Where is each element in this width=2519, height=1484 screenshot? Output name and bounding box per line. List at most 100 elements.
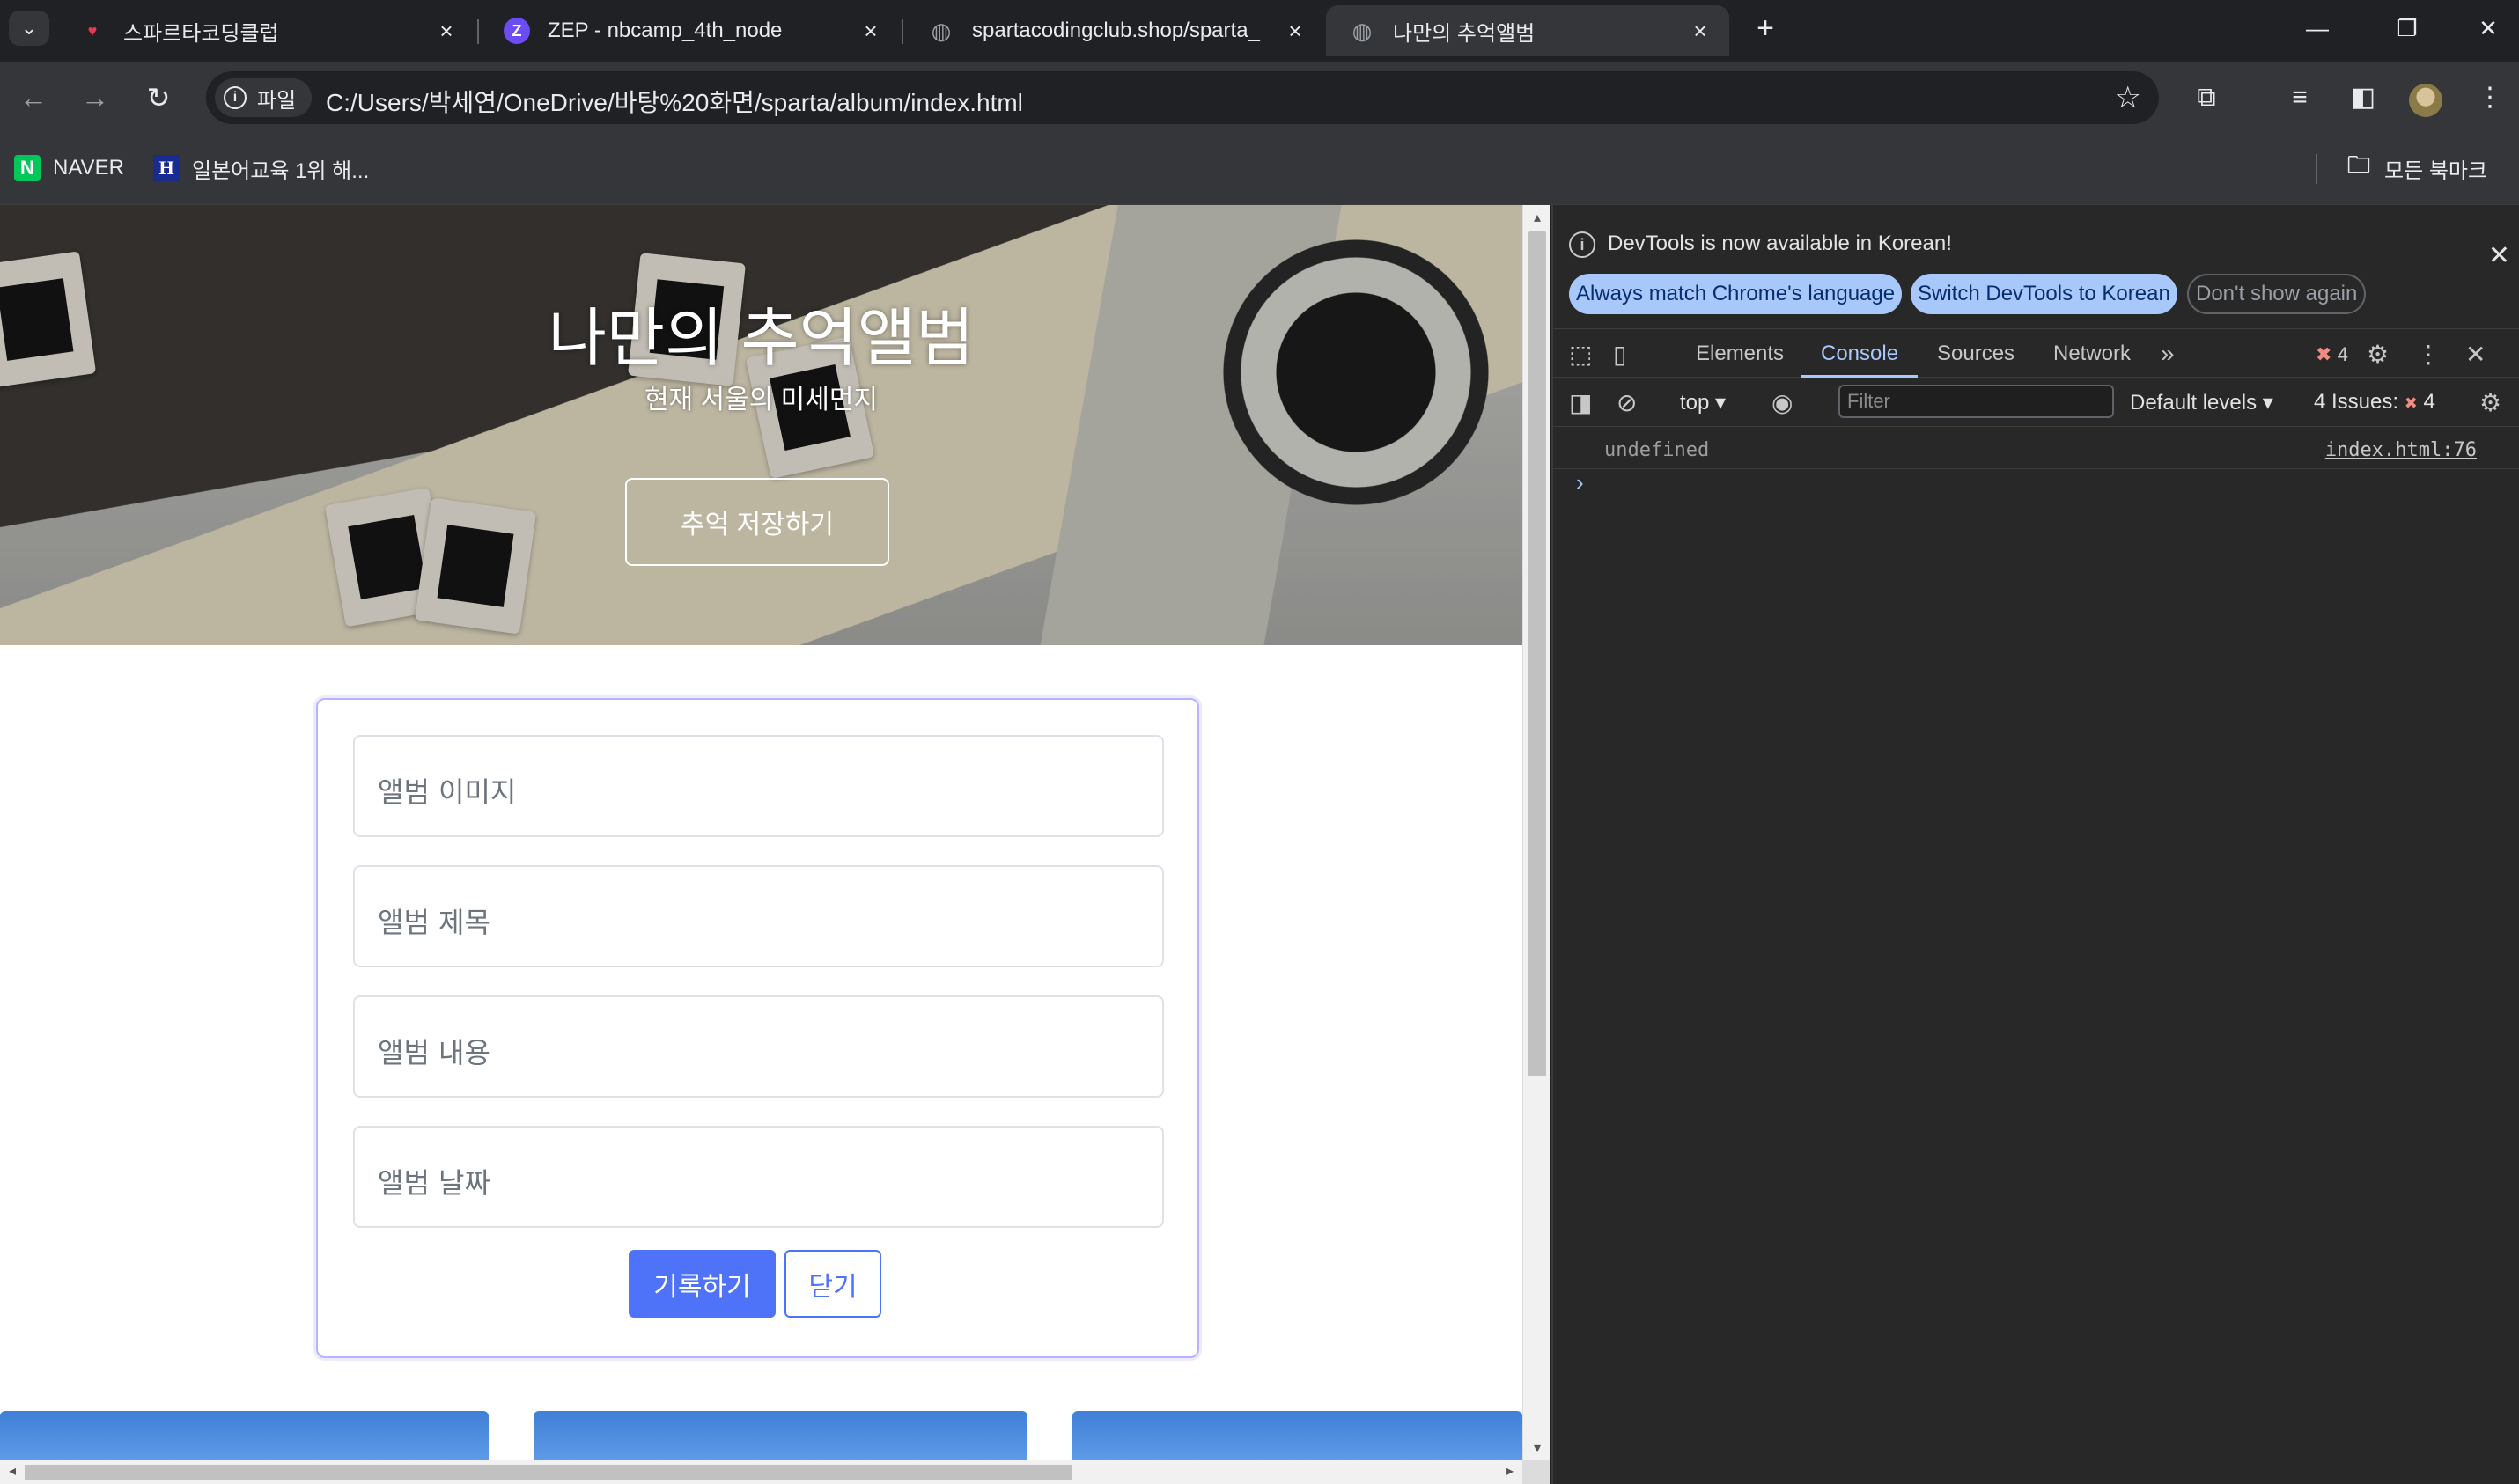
tab-network[interactable]: Network	[2053, 342, 2131, 366]
inspect-element-icon[interactable]: ⬚	[1569, 340, 1592, 369]
dropdown-arrow-icon: ▾	[1715, 391, 1727, 415]
hero-overlay	[0, 205, 1522, 645]
all-bookmarks-button[interactable]: 🗀 모든 북마크	[2346, 151, 2487, 184]
more-tabs-icon[interactable]: »	[2161, 340, 2175, 368]
device-toolbar-icon[interactable]: ▯	[1613, 340, 1626, 369]
log-levels-dropdown[interactable]: Default levels ▾	[2130, 390, 2273, 415]
scroll-thumb[interactable]	[1528, 231, 1546, 1076]
album-card-image[interactable]	[0, 1411, 489, 1460]
close-icon[interactable]: ×	[433, 18, 460, 45]
tab-separator	[902, 19, 903, 44]
profile-avatar[interactable]	[2409, 84, 2442, 117]
devtools-menu-icon[interactable]: ⋮	[2416, 340, 2441, 369]
tab-title: 스파르타코딩클럽	[123, 21, 279, 46]
window-close-button[interactable]: ✕	[2462, 9, 2515, 48]
console-settings-gear-icon[interactable]: ⚙	[2479, 388, 2501, 417]
album-date-input[interactable]: 앨범 날짜	[353, 1126, 1164, 1228]
scroll-down-arrow-icon[interactable]: ▾	[1528, 1439, 1546, 1457]
globe-icon: ◍	[931, 17, 952, 44]
tab-sparta[interactable]: ♥ 스파르타코딩클럽 ×	[56, 5, 475, 56]
album-content-input[interactable]: 앨범 내용	[353, 995, 1164, 1098]
tab-sources[interactable]: Sources	[1937, 342, 2014, 366]
page-vertical-scrollbar[interactable]: ▴ ▾	[1522, 205, 1550, 1460]
restore-button[interactable]: ❐	[2381, 9, 2434, 48]
tab-search-button[interactable]: ⌄	[9, 11, 49, 46]
close-devtools-icon[interactable]: ✕	[2465, 340, 2486, 369]
bookmark-hackers-japanese[interactable]: H 일본어교육 1위 해...	[153, 152, 369, 184]
error-count: 4	[2337, 343, 2348, 365]
field-placeholder: 앨범 제목	[378, 906, 490, 939]
sidebar-toggle-icon[interactable]: ◨	[1569, 388, 1592, 417]
scroll-up-arrow-icon[interactable]: ▴	[1528, 209, 1546, 226]
address-bar[interactable]: i 파일 C:/Users/박세연/OneDrive/바탕%20화면/spart…	[206, 71, 2159, 124]
album-image-input[interactable]: 앨범 이미지	[353, 735, 1164, 837]
issues-counter[interactable]: 4 Issues: ✖ 4	[2314, 390, 2435, 415]
site-info-chip[interactable]: i 파일	[215, 78, 313, 117]
page-viewport: 나만의 추억앨범 현재 서울의 미세먼지 추억 저장하기 앨범 이미지 앨범 제…	[0, 205, 1522, 1460]
tab-title: spartacodingclub.shop/sparta_	[972, 18, 1260, 42]
save-memory-button[interactable]: 추억 저장하기	[625, 478, 889, 566]
extensions-icon[interactable]: ⧉	[2187, 78, 2226, 117]
clear-console-icon[interactable]: ⊘	[1617, 388, 1637, 417]
album-card-image[interactable]	[1072, 1411, 1522, 1460]
bookmark-label: 일본어교육 1위 해...	[192, 158, 370, 183]
page-horizontal-scrollbar[interactable]: ◂ ▸	[0, 1460, 1522, 1484]
settings-gear-icon[interactable]: ⚙	[2367, 340, 2389, 369]
zep-icon: Z	[504, 18, 530, 44]
back-button[interactable]: ←	[14, 78, 53, 117]
always-match-language-button[interactable]: Always match Chrome's language	[1569, 274, 1903, 314]
tab-title: 나만의 추억앨범	[1393, 21, 1536, 46]
issue-error-icon: ✖	[2404, 394, 2418, 412]
folder-icon: 🗀	[2346, 151, 2370, 178]
scrollbar-corner	[1522, 1460, 1550, 1484]
error-badge[interactable]: ✖ 4	[2316, 343, 2348, 366]
error-icon: ✖	[2316, 343, 2332, 365]
bookmarks-bar: N NAVER H 일본어교육 1위 해... 🗀 모든 북마크	[0, 133, 2519, 205]
dropdown-arrow-icon: ▾	[2262, 391, 2273, 415]
tab-memory-album[interactable]: ◍ 나만의 추억앨범 ×	[1326, 5, 1729, 56]
page-title: 나만의 추억앨범	[548, 304, 975, 374]
close-icon[interactable]: ×	[858, 18, 884, 45]
info-icon: i	[224, 86, 247, 109]
tab-elements[interactable]: Elements	[1696, 342, 1784, 366]
field-placeholder: 앨범 날짜	[378, 1166, 490, 1200]
tab-console[interactable]: Console	[1821, 342, 1898, 366]
switch-devtools-korean-button[interactable]: Switch DevTools to Korean	[1911, 274, 2177, 314]
field-placeholder: 앨범 이미지	[378, 775, 517, 809]
console-filter-input[interactable]: Filter	[1838, 385, 2114, 418]
close-icon[interactable]: ×	[1687, 18, 1713, 45]
scroll-left-arrow-icon[interactable]: ◂	[4, 1462, 21, 1481]
close-icon[interactable]: ×	[1282, 18, 1308, 45]
console-prompt-chevron-icon[interactable]: ›	[1576, 469, 1584, 496]
close-icon[interactable]: ✕	[2488, 240, 2510, 271]
issues-label: 4 Issues:	[2314, 390, 2399, 414]
browser-toolbar: ← → ↻ i 파일 C:/Users/박세연/OneDrive/바탕%20화면…	[0, 62, 2519, 133]
side-panel-icon[interactable]: ◧	[2344, 78, 2383, 117]
bookmark-star-icon[interactable]: ☆	[2115, 80, 2141, 115]
url-text[interactable]: C:/Users/박세연/OneDrive/바탕%20화면/sparta/alb…	[326, 84, 1023, 119]
dont-show-again-button[interactable]: Don't show again	[2187, 274, 2367, 314]
new-tab-button[interactable]: +	[1748, 11, 1783, 46]
menu-kebab-icon[interactable]: ⋮	[2471, 78, 2509, 117]
tab-spartacodingclub-shop[interactable]: ◍ spartacodingclub.shop/sparta_ ×	[905, 5, 1324, 56]
live-expression-eye-icon[interactable]: ◉	[1771, 388, 1793, 417]
globe-icon: ◍	[1352, 17, 1373, 44]
hero-banner: 나만의 추억앨범 현재 서울의 미세먼지 추억 저장하기	[0, 205, 1522, 645]
log-source-link[interactable]: index.html:76	[2325, 439, 2477, 461]
issues-count: 4	[2423, 390, 2435, 414]
album-card-image[interactable]	[534, 1411, 1027, 1460]
media-queue-icon[interactable]: ≡	[2280, 78, 2319, 117]
console-message: undefined index.html:76	[1553, 427, 2519, 469]
submit-record-button[interactable]: 기록하기	[629, 1250, 776, 1318]
scroll-right-arrow-icon[interactable]: ▸	[1501, 1462, 1519, 1481]
tab-zep[interactable]: Z ZEP - nbcamp_4th_node ×	[481, 5, 900, 56]
devtools-tab-bar: ⬚ ▯ Elements Console Sources Network » ✖…	[1553, 328, 2519, 378]
context-selector[interactable]: top ▾	[1680, 390, 1726, 415]
forward-button[interactable]: →	[76, 78, 114, 117]
close-form-button[interactable]: 닫기	[784, 1250, 881, 1318]
album-title-input[interactable]: 앨범 제목	[353, 865, 1164, 967]
minimize-button[interactable]: —	[2291, 9, 2344, 48]
bookmark-naver[interactable]: N NAVER	[14, 152, 124, 184]
scroll-thumb[interactable]	[25, 1465, 1072, 1480]
reload-button[interactable]: ↻	[139, 78, 178, 117]
